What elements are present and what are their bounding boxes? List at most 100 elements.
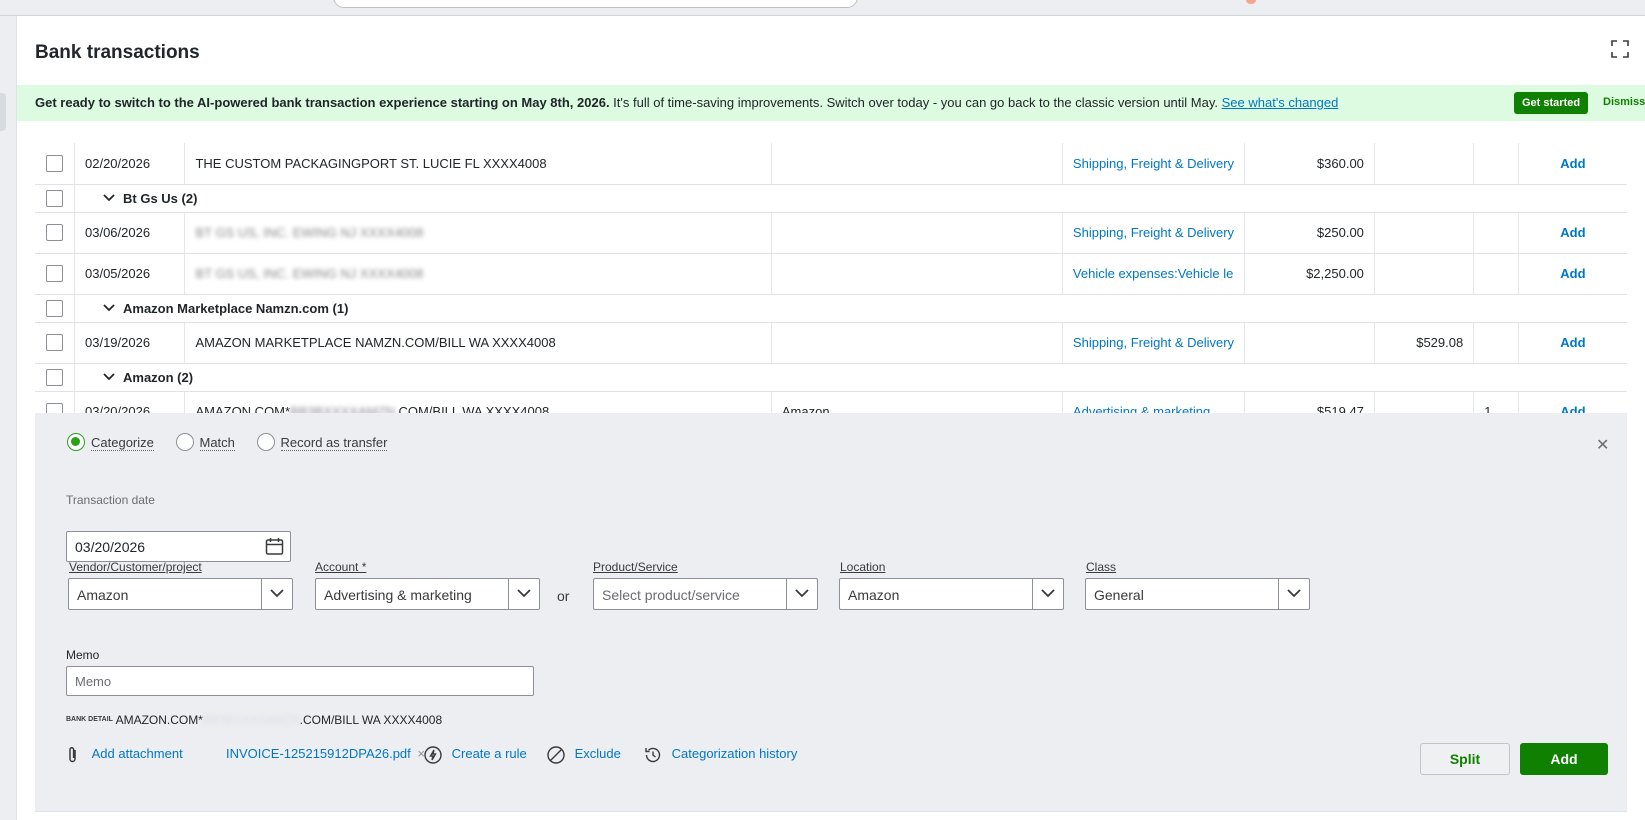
row-category[interactable]: Shipping, Freight & Delivery: [1062, 143, 1246, 185]
account-value: Advertising & marketing: [324, 587, 472, 603]
categorize-mode-radios: Categorize Match Record as transfer: [67, 433, 405, 451]
table-row[interactable]: 02/20/2026 THE CUSTOM PACKAGINGPORT ST. …: [35, 143, 1627, 185]
account-select[interactable]: Advertising & marketing: [315, 578, 540, 610]
group-checkbox[interactable]: [46, 299, 63, 317]
row-description-redacted: BT GS US, INC. EWING NJ XXXX4008: [184, 212, 772, 254]
calendar-icon[interactable]: [265, 537, 284, 556]
row-category[interactable]: Shipping, Freight & Delivery: [1062, 212, 1246, 254]
group-label: Amazon (2): [123, 369, 194, 385]
table-row[interactable]: 03/06/2026 BT GS US, INC. EWING NJ XXXX4…: [35, 212, 1627, 254]
paperclip-icon: [69, 746, 76, 763]
row-payee: [771, 253, 1063, 295]
location-select[interactable]: Amazon: [839, 578, 1064, 610]
group-label: Amazon Marketplace Namzn.com (1): [123, 300, 349, 316]
group-header[interactable]: Bt Gs Us (2): [35, 184, 1627, 213]
transaction-date-field[interactable]: 03/20/2026: [66, 531, 291, 562]
create-rule-link[interactable]: Create a rule: [424, 746, 527, 764]
product-placeholder: Select product/service: [602, 587, 740, 603]
group-checkbox[interactable]: [46, 189, 63, 207]
add-attachment-label: Add attachment: [91, 746, 183, 762]
memo-input[interactable]: Memo: [66, 666, 534, 696]
dismiss-button[interactable]: Dismiss: [1603, 96, 1645, 108]
close-icon[interactable]: ✕: [1596, 435, 1609, 455]
row-spent: $360.00: [1244, 143, 1375, 185]
get-started-button[interactable]: Get started: [1514, 92, 1589, 114]
lightning-icon: [424, 746, 442, 764]
expand-icon[interactable]: [1611, 40, 1629, 58]
product-select[interactable]: Select product/service: [593, 578, 818, 610]
chevron-down-icon: [1041, 589, 1055, 598]
migration-banner: Get ready to switch to the AI-powered ba…: [17, 85, 1645, 121]
bank-transactions-panel: Bank transactions Get ready to switch to…: [16, 16, 1645, 820]
categorization-history-label: Categorization history: [671, 746, 798, 762]
transaction-date-value: 03/20/2026: [75, 539, 146, 555]
vendor-value: Amazon: [77, 587, 129, 603]
group-header[interactable]: Amazon (2): [35, 363, 1627, 392]
row-add-action[interactable]: Add: [1518, 253, 1627, 295]
row-received: $529.08: [1374, 322, 1475, 364]
chevron-down-icon[interactable]: [103, 302, 115, 314]
add-button[interactable]: Add: [1520, 743, 1608, 775]
vendor-select[interactable]: Amazon: [68, 578, 293, 610]
categorize-radio[interactable]: Categorize: [67, 433, 154, 451]
row-description: AMAZON MARKETPLACE NAMZN.COM/BILL WA XXX…: [184, 322, 772, 364]
row-num: [1473, 212, 1519, 254]
add-attachment-link[interactable]: Add attachment: [66, 746, 183, 764]
categorization-history-link[interactable]: Categorization history: [644, 746, 797, 764]
row-date: 02/20/2026: [74, 143, 186, 185]
row-num: [1473, 143, 1519, 185]
left-nav-handle[interactable]: [0, 93, 6, 131]
page-title: Bank transactions: [35, 42, 200, 63]
global-search-input[interactable]: [333, 0, 858, 8]
top-bar: [0, 0, 1645, 16]
banner-bold-text: Get ready to switch to the AI-powered ba…: [35, 95, 610, 110]
table-row[interactable]: 03/19/2026 AMAZON MARKETPLACE NAMZN.COM/…: [35, 322, 1627, 364]
row-add-action[interactable]: Add: [1518, 212, 1627, 254]
bank-detail-redacted: BB3BXXXXAMZN: [202, 713, 300, 727]
row-date: 03/06/2026: [74, 212, 186, 254]
match-radio[interactable]: Match: [175, 433, 235, 451]
class-select[interactable]: General: [1085, 578, 1310, 610]
bank-detail-suffix: .COM/BILL WA XXXX4008: [299, 713, 443, 727]
bank-detail-prefix: AMAZON.COM*: [115, 713, 203, 727]
memo-placeholder: Memo: [75, 674, 112, 689]
chevron-down-icon[interactable]: [103, 192, 115, 204]
row-payee: [771, 322, 1063, 364]
row-description: THE CUSTOM PACKAGINGPORT ST. LUCIE FL XX…: [184, 143, 772, 185]
record-as-transfer-radio[interactable]: Record as transfer: [256, 433, 388, 451]
row-payee: [771, 212, 1063, 254]
group-header[interactable]: Amazon Marketplace Namzn.com (1): [35, 294, 1627, 323]
row-category[interactable]: Shipping, Freight & Delivery: [1062, 322, 1246, 364]
row-received: [1374, 143, 1475, 185]
row-received: [1374, 253, 1475, 295]
group-checkbox[interactable]: [46, 368, 63, 386]
row-add-action[interactable]: Add: [1518, 322, 1627, 364]
split-button[interactable]: Split: [1420, 743, 1510, 775]
row-checkbox[interactable]: [46, 265, 63, 283]
row-received: [1374, 212, 1475, 254]
row-checkbox[interactable]: [46, 224, 63, 242]
row-num: [1473, 253, 1519, 295]
table-row[interactable]: 03/05/2026 BT GS US, INC. EWING NJ XXXX4…: [35, 253, 1627, 295]
chevron-down-icon[interactable]: [103, 371, 115, 383]
chevron-down-icon: [795, 589, 809, 598]
class-label: Class: [1086, 560, 1117, 574]
bank-detail: BANK DETAIL AMAZON.COM*BB3BXXXXAMZN.COM/…: [66, 713, 442, 727]
row-checkbox[interactable]: [46, 334, 63, 352]
row-payee: [771, 143, 1063, 185]
transactions-table: 02/20/2026 THE CUSTOM PACKAGINGPORT ST. …: [35, 143, 1627, 433]
row-category[interactable]: Vehicle expenses:Vehicle le: [1062, 253, 1246, 295]
row-checkbox[interactable]: [46, 154, 63, 172]
banner-message: Get ready to switch to the AI-powered ba…: [35, 95, 1338, 110]
see-whats-changed-link[interactable]: See what's changed: [1222, 95, 1339, 110]
exclude-link[interactable]: Exclude: [547, 746, 621, 764]
row-date: 03/05/2026: [74, 253, 186, 295]
class-value: General: [1094, 587, 1144, 603]
attachment-chip[interactable]: INVOICE-125215912DPA26.pdf ×: [226, 746, 425, 761]
product-label: Product/Service: [593, 560, 678, 574]
account-label: Account *: [315, 560, 367, 574]
row-add-action[interactable]: Add: [1518, 143, 1627, 185]
vendor-label: Vendor/Customer/project: [69, 560, 202, 574]
group-label: Bt Gs Us (2): [123, 190, 198, 206]
row-date: 03/19/2026: [74, 322, 186, 364]
